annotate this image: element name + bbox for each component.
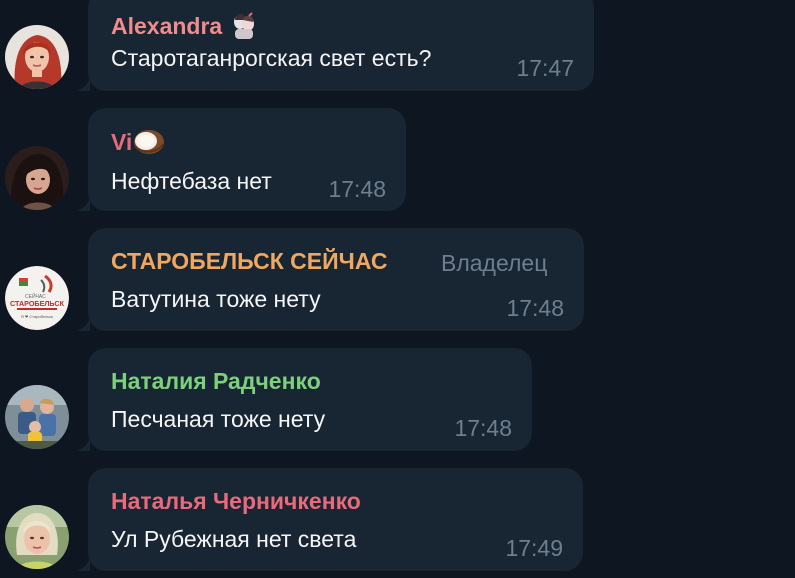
message-bubble[interactable]: СТАРОБЕЛЬСК СЕЙЧАС Владелец Ватутина тож… [88,228,584,331]
woman-dark-hair-avatar [5,146,69,210]
starobelsk-logo-avatar: СЕЙЧАС СТАРОБЕЛЬСК Я ❤ Старобельск [5,266,69,330]
message-text: Ул Рубежная нет света [111,526,357,552]
logo-text-main: СТАРОБЕЛЬСК [10,299,65,308]
bubble-tail [76,197,90,211]
user-avatar[interactable] [5,25,69,89]
sender-name[interactable]: СТАРОБЕЛЬСК СЕЙЧАС [111,248,387,275]
user-avatar[interactable] [5,146,69,210]
couple-sticker-icon [229,10,259,46]
message-bubble[interactable]: Наталия Радченко Песчаная тоже нету 17:4… [88,348,532,451]
logo-text-bottom: Я ❤ Старобельск [21,314,54,319]
bubble-tail [76,557,90,571]
message-text: Нефтебаза нет [111,168,272,194]
channel-avatar[interactable]: СЕЙЧАС СТАРОБЕЛЬСК Я ❤ Старобельск [5,266,69,330]
bubble-tail [76,317,90,331]
message-timestamp: 17:49 [505,535,563,561]
message-bubble[interactable]: Vi Нефтебаза нет 17:48 [88,108,406,211]
message-timestamp: 17:48 [328,176,386,202]
woman-blonde-avatar [5,505,69,569]
coconut-icon [132,126,166,162]
family-photo-avatar [5,385,69,449]
message-timestamp: 17:48 [454,415,512,441]
bubble-tail [76,77,90,91]
message-text: Песчаная тоже нету [111,406,326,432]
chat-message-list[interactable]: Alexandra Старотаганрогская свет есть? 1… [0,0,795,578]
message-text: Ватутина тоже нету [111,286,321,312]
user-avatar[interactable] [5,505,69,569]
sender-name[interactable]: Наталия Радченко [111,368,321,395]
user-avatar[interactable] [5,385,69,449]
sender-name[interactable]: Наталья Черничкенко [111,488,361,515]
woman-red-hair-avatar [5,25,69,89]
bubble-tail [76,437,90,451]
message-timestamp: 17:47 [516,55,574,81]
sender-name[interactable]: Alexandra [111,10,259,46]
admin-role-badge: Владелец [441,250,548,276]
message-timestamp: 17:48 [506,295,564,321]
message-bubble[interactable]: Alexandra Старотаганрогская свет есть? 1… [88,0,594,91]
message-bubble[interactable]: Наталья Черничкенко Ул Рубежная нет свет… [88,468,583,571]
sender-name[interactable]: Vi [111,126,166,162]
message-text: Старотаганрогская свет есть? [111,45,432,71]
